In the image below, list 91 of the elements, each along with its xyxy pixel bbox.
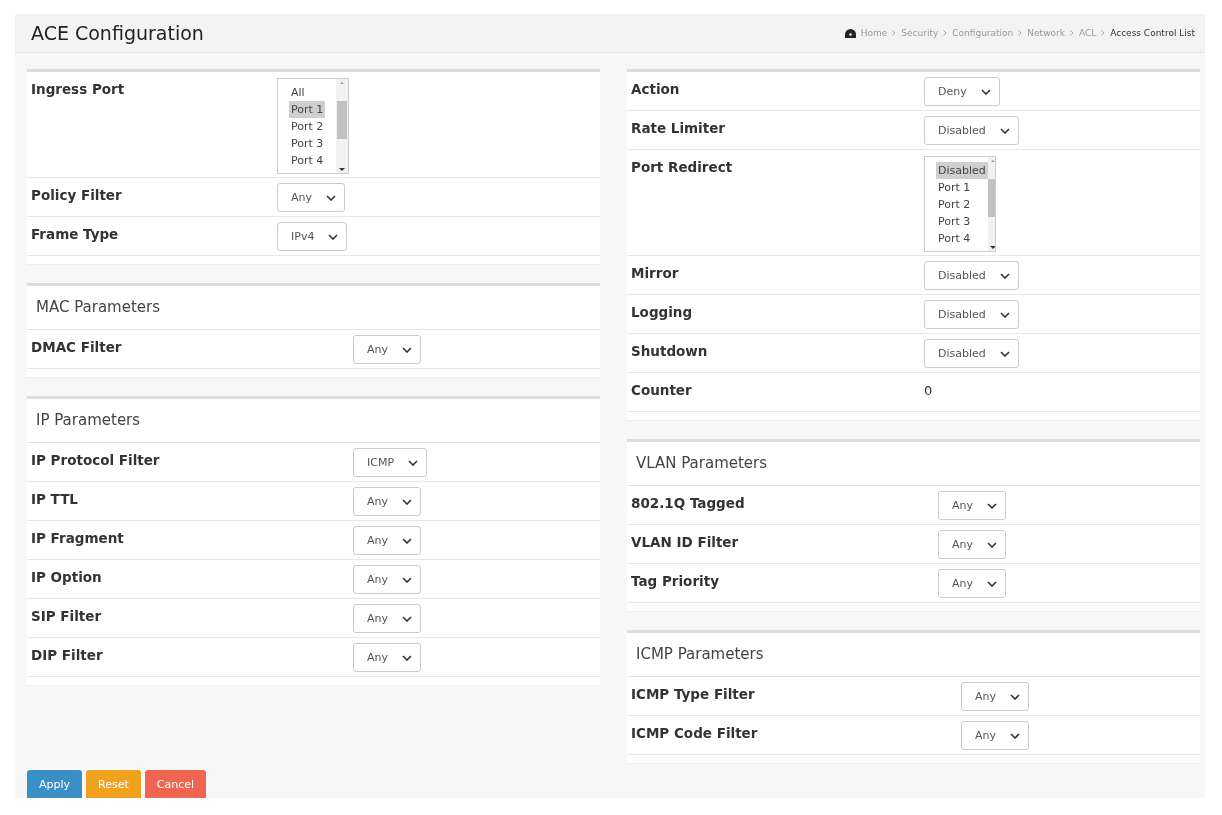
list-option[interactable]: Port 1 — [289, 101, 326, 118]
scroll-up-icon[interactable] — [338, 79, 346, 87]
field-label: VLAN ID Filter — [631, 533, 740, 550]
scrollbar-thumb[interactable] — [337, 101, 347, 139]
chevron-right-icon — [1018, 30, 1023, 36]
dashboard-icon — [844, 28, 856, 38]
select-dropdown[interactable]: Any — [277, 183, 345, 212]
field-label: Logging — [631, 303, 694, 320]
list-option[interactable]: Port 3 — [289, 135, 326, 152]
counter-value: 0 — [924, 382, 933, 398]
select-dropdown[interactable]: Deny — [924, 77, 1000, 106]
chevron-icon — [999, 127, 1010, 134]
select-dropdown[interactable]: Any — [938, 569, 1006, 598]
apply-button[interactable]: Apply — [27, 770, 83, 798]
chevron-icon — [402, 615, 412, 622]
list-option[interactable]: Port 1 — [936, 179, 973, 196]
field-label: Action — [631, 80, 681, 97]
select-dropdown[interactable]: Any — [353, 526, 421, 555]
section-title: ICMP Parameters — [627, 633, 1200, 677]
chevron-right-icon — [943, 30, 948, 36]
list-option[interactable]: Port 2 — [936, 196, 973, 213]
field-label: Mirror — [631, 264, 680, 281]
field-label: IP TTL — [31, 490, 79, 507]
chevron-icon — [1010, 732, 1020, 739]
section-title: IP Parameters — [27, 399, 600, 443]
select-dropdown[interactable]: Any — [938, 530, 1006, 559]
select-dropdown[interactable]: Disabled — [924, 339, 1019, 368]
field-label: Policy Filter — [31, 186, 123, 203]
list-option[interactable]: Disabled — [936, 162, 988, 179]
chevron-icon — [402, 654, 412, 661]
chevron-right-icon — [1069, 30, 1074, 36]
field-label: DIP Filter — [31, 646, 104, 663]
field-label: DMAC Filter — [31, 338, 123, 355]
chevron-icon — [1010, 693, 1020, 700]
field-label: 802.1Q Tagged — [631, 494, 746, 511]
select-dropdown[interactable]: Any — [353, 335, 421, 364]
chevron-icon — [328, 233, 339, 240]
list-option[interactable]: Port 2 — [289, 118, 326, 135]
scroll-down-icon[interactable] — [338, 165, 346, 173]
chevron-icon — [987, 541, 997, 548]
chevron-icon — [402, 498, 412, 505]
field-label: Counter — [631, 381, 693, 398]
field-label: Frame Type — [31, 225, 120, 242]
select-dropdown[interactable]: Any — [961, 721, 1029, 750]
section-title: MAC Parameters — [27, 286, 600, 330]
select-dropdown[interactable]: ICMP — [353, 448, 428, 477]
chevron-icon — [408, 459, 419, 466]
chevron-right-icon — [892, 30, 897, 36]
select-dropdown[interactable]: Any — [353, 565, 421, 594]
select-dropdown[interactable]: Disabled — [924, 116, 1019, 145]
list-option[interactable]: Port 4 — [289, 152, 326, 169]
section-title: VLAN Parameters — [627, 442, 1200, 486]
field-label: Port Redirect — [631, 158, 734, 175]
select-dropdown[interactable]: IPv4 — [277, 222, 348, 251]
breadcrumb-link[interactable]: Access Control List — [1110, 28, 1195, 38]
list-box[interactable]: Disabled Port 1 Port 2 Port 3 Port 4 — [924, 156, 996, 252]
field-label: Rate Limiter — [631, 119, 726, 136]
scrollbar-thumb[interactable] — [987, 179, 995, 217]
select-dropdown[interactable]: Any — [938, 491, 1006, 520]
select-dropdown[interactable]: Disabled — [924, 300, 1019, 329]
chevron-icon — [402, 576, 412, 583]
page-title: ACE Configuration — [31, 22, 204, 44]
chevron-icon — [999, 272, 1010, 279]
chevron-icon — [999, 350, 1010, 357]
chevron-icon — [987, 502, 997, 509]
field-label: ICMP Code Filter — [631, 724, 759, 741]
field-label: IP Fragment — [31, 529, 125, 546]
chevron-icon — [402, 537, 412, 544]
list-option[interactable]: Port 3 — [936, 213, 973, 230]
field-label: IP Option — [31, 568, 103, 585]
select-dropdown[interactable]: Any — [961, 682, 1029, 711]
list-option[interactable]: Port 4 — [936, 230, 973, 247]
field-label: Tag Priority — [631, 572, 720, 589]
chevron-icon — [402, 346, 412, 353]
chevron-icon — [980, 88, 991, 95]
field-label: IP Protocol Filter — [31, 451, 161, 468]
scroll-down-icon[interactable] — [988, 243, 995, 251]
field-label: Ingress Port — [31, 80, 126, 97]
field-label: Shutdown — [631, 342, 709, 359]
list-box[interactable]: All Port 1 Port 2 Port 3 Port 4 — [277, 78, 349, 174]
field-label: ICMP Type Filter — [631, 685, 756, 702]
chevron-icon — [987, 580, 997, 587]
select-dropdown[interactable]: Any — [353, 643, 421, 672]
list-option[interactable]: All — [289, 84, 307, 101]
select-dropdown[interactable]: Disabled — [924, 261, 1019, 290]
chevron-icon — [326, 194, 336, 201]
chevron-right-icon — [1101, 30, 1106, 36]
field-label: SIP Filter — [31, 607, 103, 624]
chevron-icon — [999, 311, 1010, 318]
select-dropdown[interactable]: Any — [353, 604, 421, 633]
select-dropdown[interactable]: Any — [353, 487, 421, 516]
